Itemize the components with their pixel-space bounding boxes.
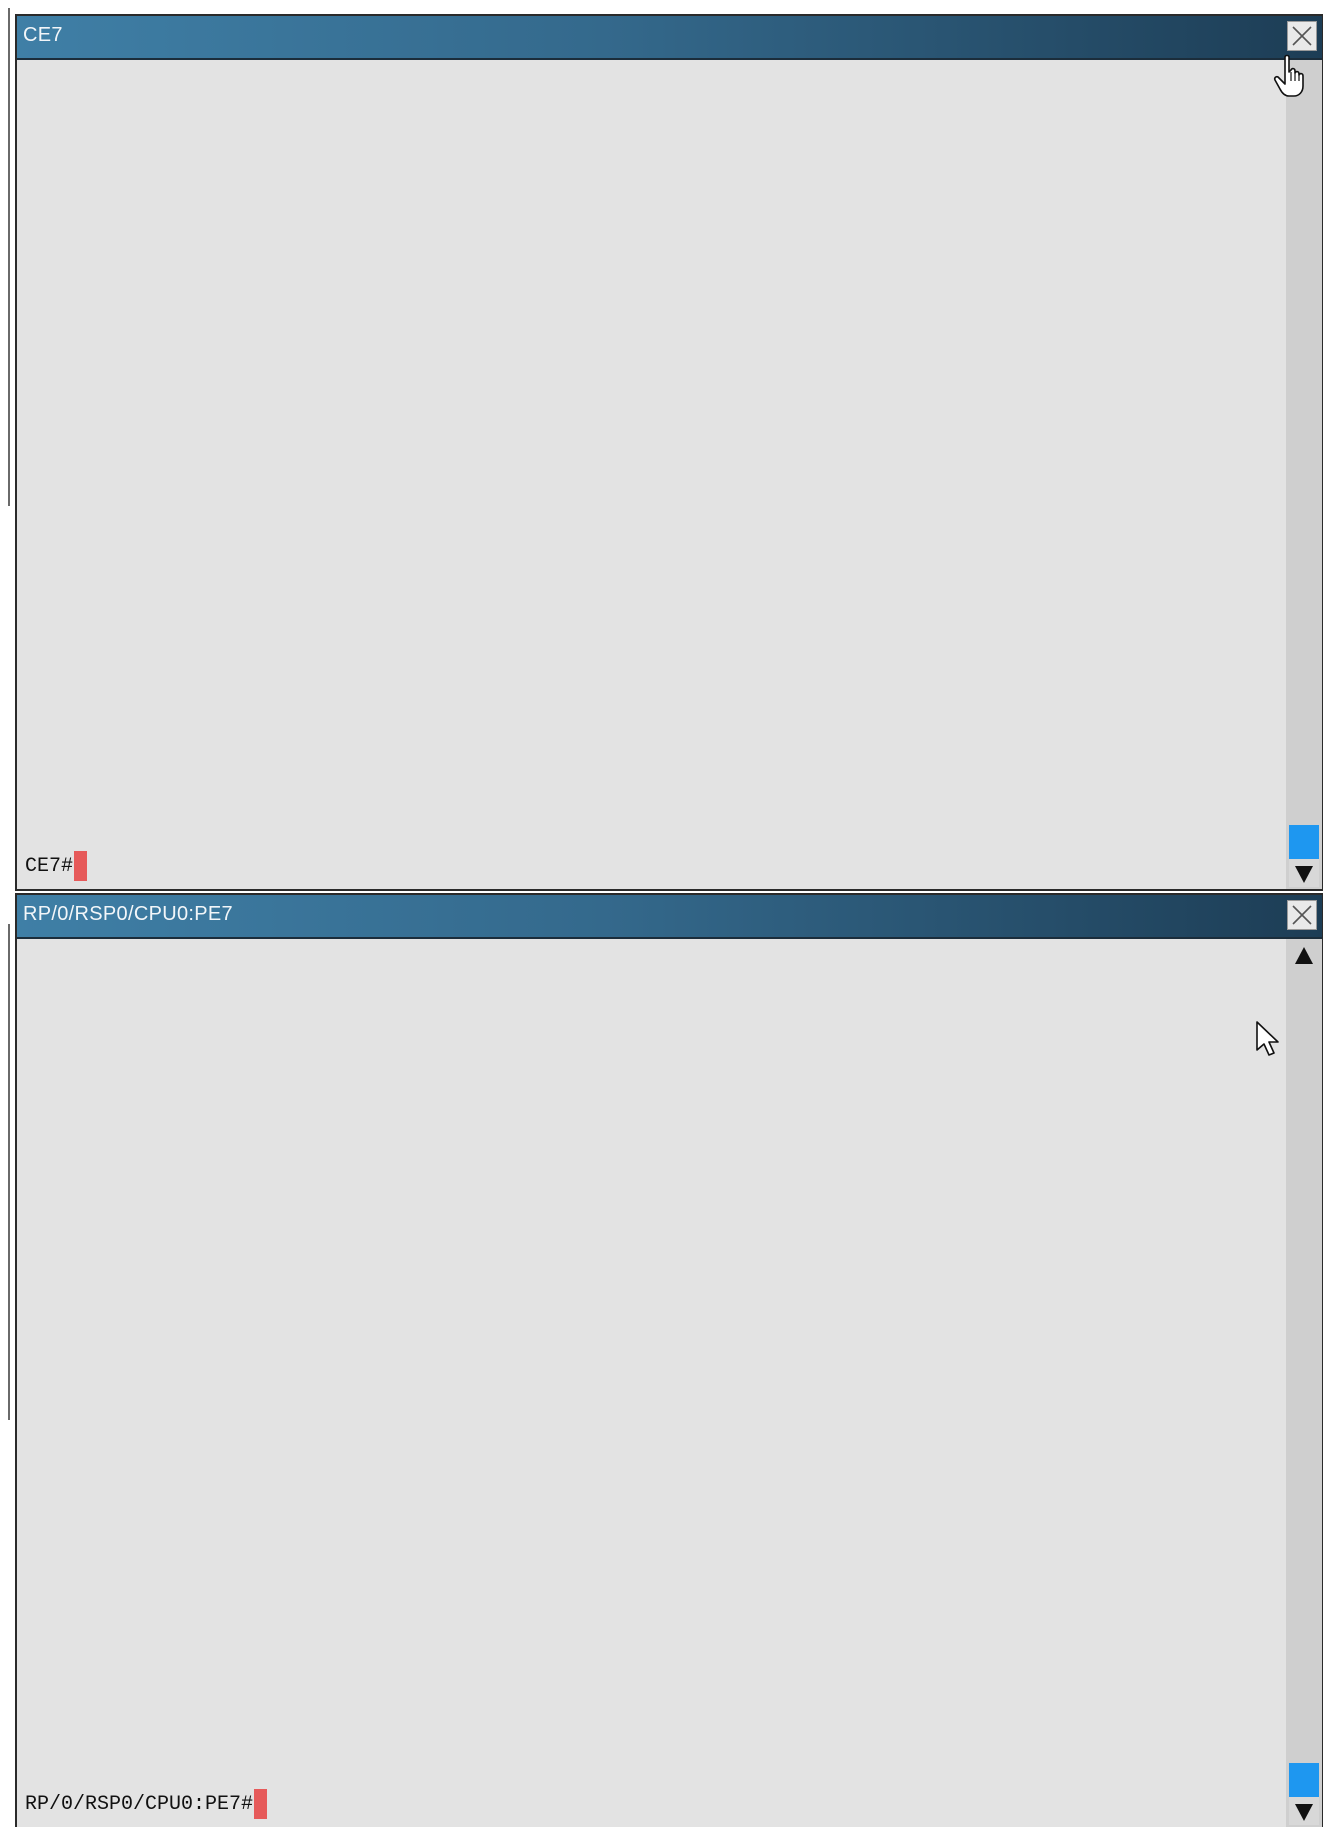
terminal-window-ce7[interactable]: CE7 CE7#: [15, 14, 1323, 891]
scrollbar-thumb[interactable]: [1289, 825, 1319, 859]
terminal-window-pe7[interactable]: RP/0/RSP0/CPU0:PE7 RP/0/RSP0/CPU0:PE7#: [15, 893, 1323, 1827]
desktop: CE7 CE7# RP/0/RSP0/CPU0:PE7 RP/0/RSP0/CP…: [0, 0, 1328, 1827]
triangle-up-icon: [1295, 947, 1313, 964]
prompt-text: RP/0/RSP0/CPU0:PE7#: [25, 1792, 254, 1816]
close-button[interactable]: [1287, 21, 1317, 51]
triangle-down-icon: [1295, 866, 1313, 883]
command-prompt[interactable]: CE7#: [25, 851, 88, 881]
window-title: CE7: [23, 24, 63, 46]
hand-pointer-icon: [1273, 54, 1304, 97]
terminal-output[interactable]: RP/0/RSP0/CPU0:PE7#: [17, 939, 1286, 1827]
background-window-edge: [8, 8, 10, 506]
title-bar[interactable]: CE7: [17, 16, 1322, 60]
scroll-down-button[interactable]: [1289, 859, 1319, 887]
vertical-scrollbar[interactable]: [1286, 939, 1322, 1827]
close-button[interactable]: [1287, 900, 1317, 930]
close-x-icon: [1292, 905, 1312, 925]
background-window-edge: [8, 924, 10, 1420]
window-title: RP/0/RSP0/CPU0:PE7: [23, 903, 233, 925]
prompt-text: CE7#: [25, 854, 74, 878]
triangle-down-icon: [1295, 1804, 1313, 1821]
text-cursor: [74, 851, 88, 881]
text-cursor: [254, 1789, 268, 1819]
command-prompt[interactable]: RP/0/RSP0/CPU0:PE7#: [25, 1789, 268, 1819]
arrow-pointer-icon: [1256, 1021, 1279, 1056]
title-bar[interactable]: RP/0/RSP0/CPU0:PE7: [17, 895, 1322, 939]
scrollbar-thumb[interactable]: [1289, 1763, 1319, 1797]
scroll-down-button[interactable]: [1289, 1797, 1319, 1825]
close-x-icon: [1292, 26, 1312, 46]
scroll-up-button[interactable]: [1289, 943, 1319, 971]
vertical-scrollbar[interactable]: [1286, 60, 1322, 889]
terminal-output[interactable]: CE7#: [17, 60, 1286, 889]
